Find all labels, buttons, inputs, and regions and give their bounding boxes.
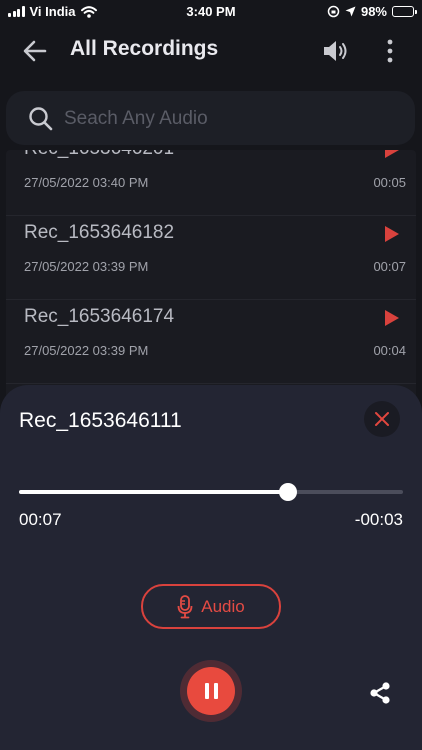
- recording-duration: 00:07: [373, 259, 406, 274]
- recording-date: 27/05/2022 03:39 PM: [24, 259, 149, 274]
- audio-button-label: Audio: [201, 596, 245, 616]
- close-button[interactable]: [364, 401, 400, 437]
- recording-name: Rec_1653646182: [24, 222, 175, 243]
- seek-progress: [19, 490, 288, 494]
- pause-icon: [187, 667, 235, 715]
- search-icon: [29, 107, 53, 131]
- close-icon: [375, 412, 389, 426]
- recording-name: Rec_1653646201: [24, 150, 174, 160]
- back-arrow-icon[interactable]: [22, 38, 48, 64]
- recording-duration: 00:04: [373, 343, 406, 358]
- microphone-icon: [177, 594, 193, 618]
- status-right: 98%: [327, 4, 417, 19]
- app-header: All Recordings: [0, 26, 422, 76]
- recording-date: 27/05/2022 03:39 PM: [24, 343, 149, 358]
- share-icon[interactable]: [368, 681, 392, 705]
- battery-icon: [392, 6, 417, 17]
- recordings-list: Rec_1653646201 27/05/2022 03:40 PM 00:05…: [6, 150, 416, 400]
- pause-button[interactable]: [180, 660, 242, 722]
- play-icon[interactable]: [384, 150, 400, 159]
- location-icon: [345, 6, 356, 17]
- play-icon[interactable]: [384, 225, 400, 243]
- search-input[interactable]: [62, 103, 396, 135]
- status-bar: Vi India 3:40 PM 98%: [0, 0, 422, 26]
- list-item[interactable]: Rec_1653646182 27/05/2022 03:39 PM 00:07: [6, 215, 416, 300]
- player-title: Rec_1653646111: [19, 409, 182, 432]
- recording-name: Rec_1653646174: [24, 306, 175, 327]
- search-bar[interactable]: [6, 91, 415, 145]
- remaining-time: -00:03: [354, 510, 403, 529]
- rotation-lock-icon: [327, 5, 340, 18]
- list-item[interactable]: Rec_1653646174 27/05/2022 03:39 PM 00:04: [6, 299, 416, 384]
- player-sheet: Rec_1653646111 00:07 -00:03 Audio: [0, 385, 422, 750]
- page-title: All Recordings: [70, 37, 219, 60]
- more-vertical-icon[interactable]: [386, 38, 394, 64]
- speaker-icon[interactable]: [322, 38, 350, 64]
- recording-duration: 00:05: [373, 175, 406, 190]
- battery-percent: 98%: [360, 4, 387, 19]
- play-icon[interactable]: [384, 309, 400, 327]
- recording-date: 27/05/2022 03:40 PM: [24, 175, 149, 190]
- list-item[interactable]: Rec_1653646201 27/05/2022 03:40 PM 00:05: [6, 150, 416, 216]
- audio-button[interactable]: Audio: [141, 584, 281, 629]
- elapsed-time: 00:07: [19, 510, 62, 529]
- seek-handle[interactable]: [278, 483, 297, 501]
- seek-slider[interactable]: [19, 483, 403, 501]
